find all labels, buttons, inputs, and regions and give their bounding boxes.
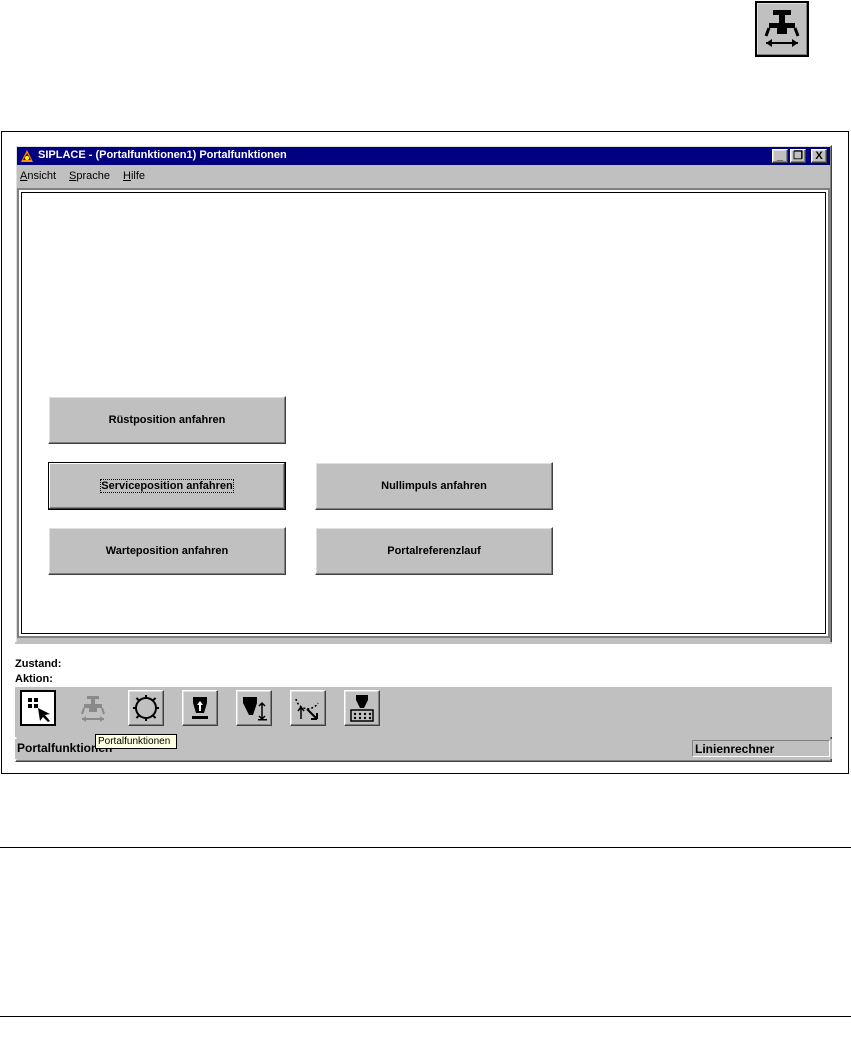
window-title: SIPLACE - (Portalfunktionen1) Portalfunk…: [38, 149, 287, 161]
toolbar: [15, 687, 832, 737]
zustand-label: Zustand:: [15, 658, 62, 670]
divider-line: [0, 847, 851, 848]
rotate-arrow-icon[interactable]: [290, 690, 326, 726]
gear-cycle-icon[interactable]: [128, 690, 164, 726]
restore-button[interactable]: ❐: [790, 149, 806, 163]
nozzle-height-icon[interactable]: [236, 690, 272, 726]
tooltip: Portalfunktionen: [95, 734, 177, 749]
nullimpuls-button[interactable]: Nullimpuls anfahren: [315, 462, 553, 510]
select-view-icon[interactable]: [20, 690, 56, 726]
close-button[interactable]: X: [811, 149, 827, 163]
divider-line: [0, 1016, 851, 1017]
menu-hilfe[interactable]: Hilfe: [123, 170, 145, 182]
menu-bar: Ansicht Sprache Hilfe: [17, 166, 830, 185]
status-bar-right: Linienrechner: [692, 740, 830, 757]
siplace-app-icon: [19, 148, 35, 164]
portal-functions-icon: [755, 1, 809, 57]
minimize-button[interactable]: _: [772, 149, 788, 163]
portal-functions-icon[interactable]: [74, 690, 110, 726]
warteposition-button[interactable]: Warteposition anfahren: [48, 527, 286, 575]
serviceposition-button[interactable]: Serviceposition anfahren: [48, 462, 286, 510]
menu-ansicht[interactable]: Ansicht: [20, 170, 56, 182]
nozzle-up-icon[interactable]: [182, 690, 218, 726]
title-bar[interactable]: SIPLACE - (Portalfunktionen1) Portalfunk…: [17, 147, 830, 165]
feeder-matrix-icon[interactable]: [344, 690, 380, 726]
ruestposition-button[interactable]: Rüstposition anfahren: [48, 396, 286, 444]
menu-sprache[interactable]: Sprache: [69, 170, 110, 182]
status-area: Zustand: Aktion:: [15, 642, 832, 687]
aktion-label: Aktion:: [15, 673, 53, 685]
portalreferenzlauf-button[interactable]: Portalreferenzlauf: [315, 527, 553, 575]
